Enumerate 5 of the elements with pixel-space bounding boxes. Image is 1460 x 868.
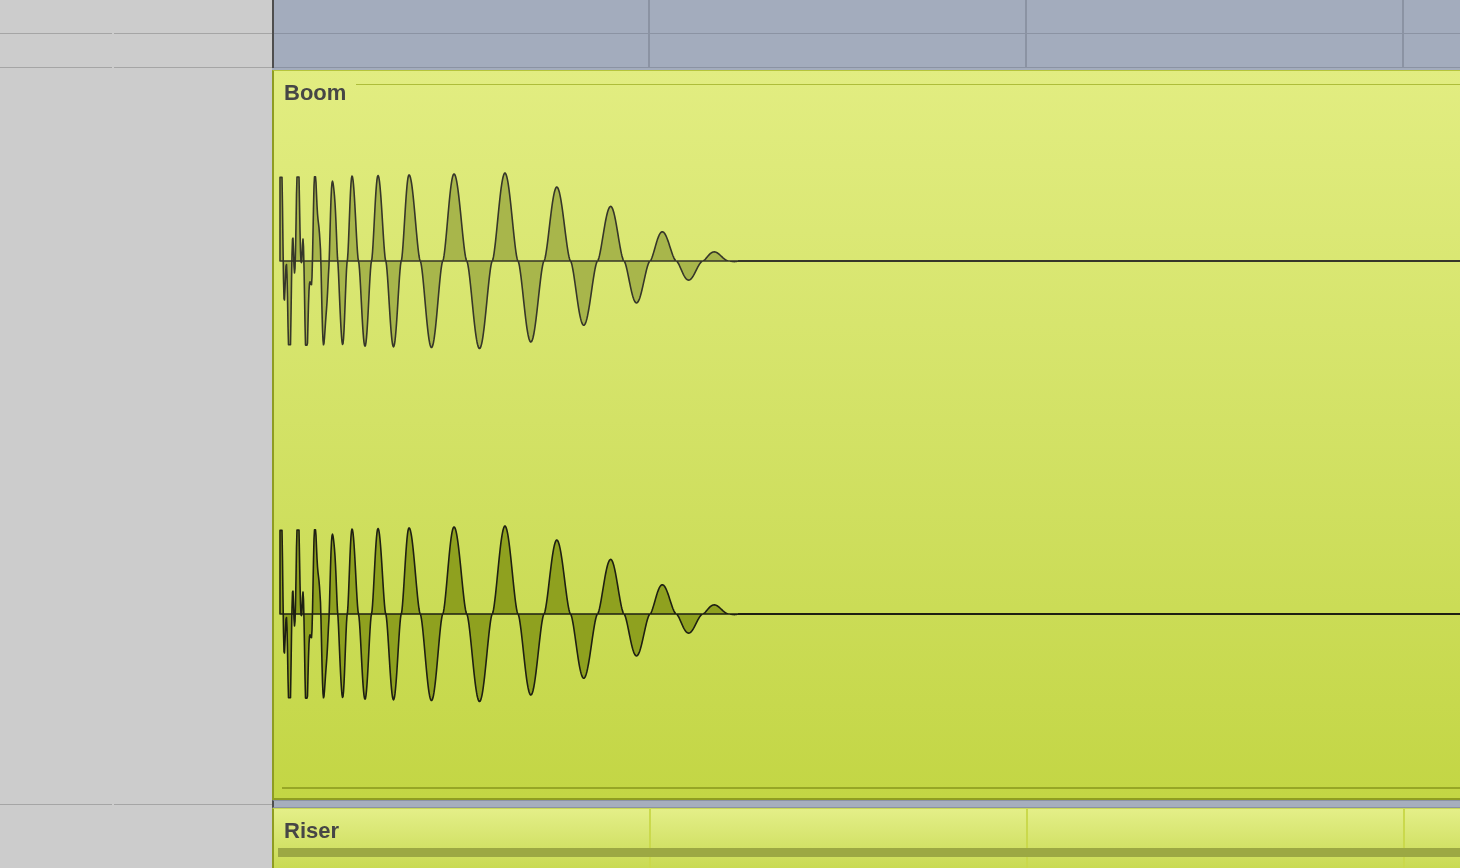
- audio-clip[interactable]: Boom: [272, 70, 1460, 800]
- timeline-ruler[interactable]: [272, 0, 1460, 68]
- clip-title: Riser: [284, 820, 340, 842]
- clip-title: Boom: [284, 82, 347, 104]
- audio-clip[interactable]: Riser: [272, 808, 1460, 868]
